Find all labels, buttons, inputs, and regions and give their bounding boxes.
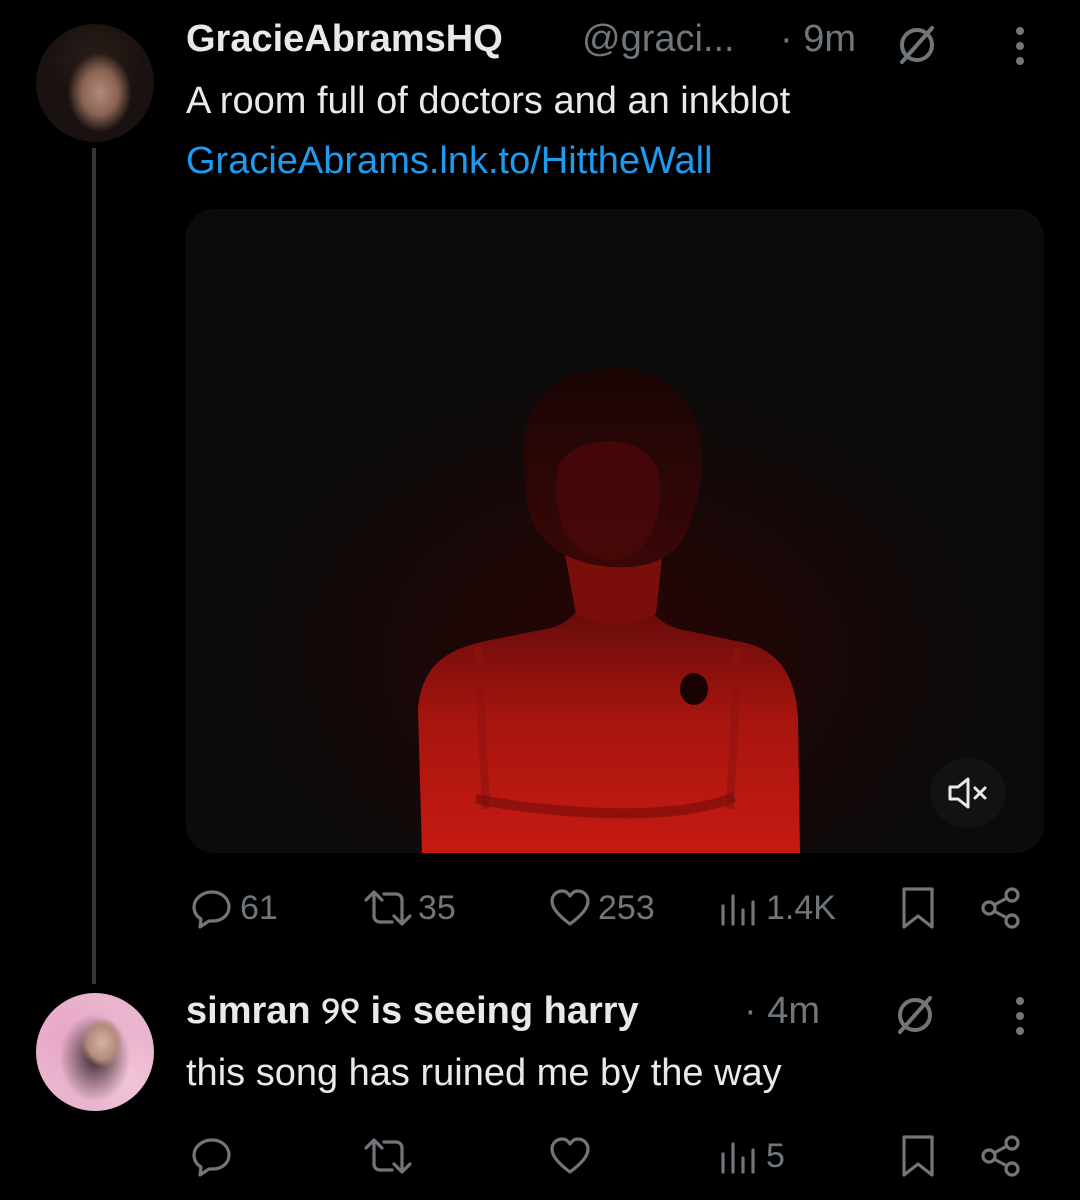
video-frame [186,209,1044,853]
repost-icon [364,890,412,926]
author-handle[interactable]: @graci... [582,18,735,61]
repost-button[interactable] [360,1126,422,1186]
avatar[interactable] [36,24,154,142]
reply-icon [192,1138,231,1177]
like-button[interactable] [548,1126,598,1186]
thread-connector-line [92,148,96,984]
share-icon [981,887,1020,929]
bookmark-icon [902,1135,934,1177]
reply-icon [192,890,231,929]
bookmark-icon [902,887,934,929]
like-icon [550,1137,590,1174]
repost-button[interactable]: 35 [360,878,456,938]
views-button[interactable]: 5 [716,1126,785,1186]
post-timestamp[interactable]: · 9m [780,18,856,61]
views-button[interactable]: 1.4K [716,878,836,938]
speaker-muted-icon [948,777,987,809]
repost-icon [364,1138,412,1174]
repost-count: 35 [418,888,456,927]
more-icon[interactable] [1008,994,1032,1038]
views-icon [721,1142,755,1174]
bookmark-button[interactable] [898,878,938,938]
mute-toggle-button[interactable] [930,758,1006,828]
author-display-name[interactable]: simran ୨୧ is seeing harry [186,990,639,1033]
view-count: 5 [766,1136,785,1175]
views-icon [721,894,755,926]
like-button[interactable]: 253 [548,878,655,938]
post-text: this song has ruined me by the way [186,1052,782,1094]
bookmark-button[interactable] [898,1126,938,1186]
view-count: 1.4K [766,888,836,927]
more-icon[interactable] [1008,24,1032,68]
like-icon [550,889,590,926]
reply-button[interactable] [190,1126,240,1186]
post-link[interactable]: GracieAbrams.lnk.to/HittheWall [186,140,713,183]
share-icon [981,1135,1020,1177]
post-video[interactable] [186,209,1044,853]
not-interested-icon[interactable] [892,992,938,1038]
like-count: 253 [598,888,655,927]
reply-count: 61 [240,888,278,927]
share-button[interactable] [978,878,1024,938]
not-interested-icon[interactable] [894,22,940,68]
avatar[interactable] [36,993,154,1111]
author-display-name[interactable]: GracieAbramsHQ [186,18,503,61]
post-timestamp[interactable]: · 4m [744,990,820,1033]
post-text: A room full of doctors and an inkblot [186,80,791,122]
reply-button[interactable]: 61 [190,878,278,938]
share-button[interactable] [978,1126,1024,1186]
